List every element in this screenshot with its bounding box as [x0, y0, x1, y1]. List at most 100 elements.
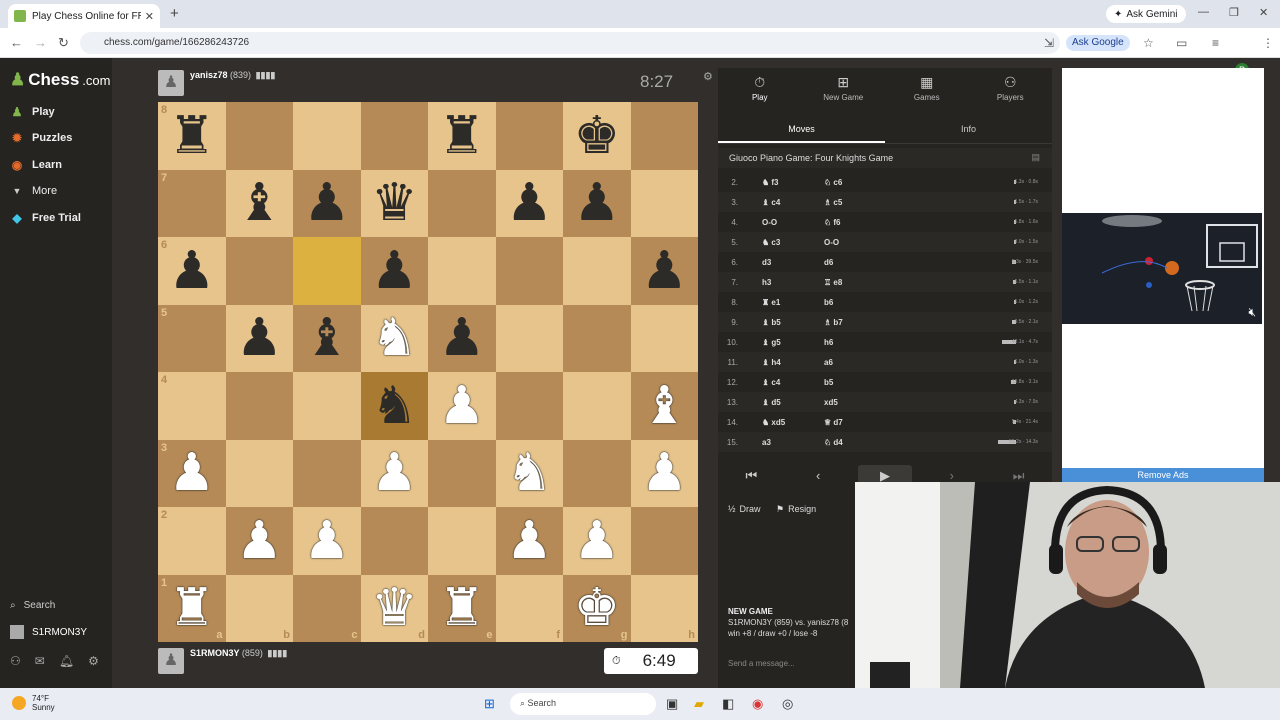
square-d8[interactable]: [360, 102, 428, 170]
white-move[interactable]: a3: [762, 438, 771, 447]
previous-move-button[interactable]: ‹: [791, 465, 845, 487]
square-h3[interactable]: ♟: [630, 439, 698, 507]
square-a3[interactable]: 3 ♟: [158, 439, 226, 507]
browser-menu-icon[interactable]: ⋮: [1262, 36, 1274, 50]
extensions-icon[interactable]: ≡: [1212, 36, 1219, 50]
chat-input[interactable]: Send a message...: [724, 655, 858, 673]
square-e4[interactable]: ♟: [428, 372, 496, 440]
tab-close-icon[interactable]: ✕: [145, 10, 154, 23]
square-d2[interactable]: [360, 507, 428, 575]
square-g3[interactable]: [563, 439, 631, 507]
bell-icon[interactable]: 🔔︎: [59, 654, 74, 668]
black-rook-piece[interactable]: ♜: [168, 110, 215, 162]
square-c7[interactable]: ♟: [293, 169, 361, 237]
black-move[interactable]: ♖ e8: [824, 278, 842, 287]
square-f3[interactable]: ♞: [495, 439, 563, 507]
mail-icon[interactable]: ✉: [35, 654, 45, 668]
black-move[interactable]: ♗ c5: [824, 198, 842, 207]
square-h4[interactable]: ♝: [630, 372, 698, 440]
square-b5[interactable]: ♟: [225, 304, 293, 372]
square-a2[interactable]: 2: [158, 507, 226, 575]
opening-book-icon[interactable]: ▤: [1031, 152, 1040, 163]
black-move[interactable]: b6: [824, 298, 833, 307]
tab-play[interactable]: ⏱ Play: [718, 68, 802, 110]
square-f7[interactable]: ♟: [495, 169, 563, 237]
square-a4[interactable]: 4: [158, 372, 226, 440]
square-c4[interactable]: [293, 372, 361, 440]
reload-icon[interactable]: ↻: [58, 35, 69, 51]
player-avatar[interactable]: ♟: [158, 648, 184, 674]
square-d1[interactable]: d ♛: [360, 574, 428, 642]
square-h6[interactable]: ♟: [630, 237, 698, 305]
square-h8[interactable]: [630, 102, 698, 170]
white-bishop-piece[interactable]: ♝: [641, 380, 688, 432]
white-move[interactable]: d3: [762, 258, 771, 267]
board-settings-icon[interactable]: ⚙: [703, 70, 713, 83]
back-icon[interactable]: ←: [10, 35, 23, 50]
square-e8[interactable]: ♜: [428, 102, 496, 170]
square-a1[interactable]: 1 a ♜: [158, 574, 226, 642]
white-move[interactable]: ♜ e1: [762, 298, 780, 307]
task-view-icon[interactable]: ▣: [666, 696, 678, 712]
black-pawn-piece[interactable]: ♟: [371, 245, 418, 297]
tab-players[interactable]: ⚇ Players: [969, 68, 1053, 110]
white-move[interactable]: O-O: [762, 218, 777, 227]
black-move[interactable]: b5: [824, 378, 833, 387]
square-d6[interactable]: ♟: [360, 237, 428, 305]
white-rook-piece[interactable]: ♜: [168, 582, 215, 634]
white-pawn-piece[interactable]: ♟: [303, 515, 350, 567]
square-f8[interactable]: [495, 102, 563, 170]
square-f2[interactable]: ♟: [495, 507, 563, 575]
square-g1[interactable]: g ♚: [563, 574, 631, 642]
square-g5[interactable]: [563, 304, 631, 372]
black-pawn-piece[interactable]: ♟: [506, 177, 553, 229]
square-d4[interactable]: ♞: [360, 372, 428, 440]
black-move[interactable]: xd5: [824, 398, 838, 407]
black-knight-piece[interactable]: ♞: [371, 380, 418, 432]
square-g4[interactable]: [563, 372, 631, 440]
black-rook-piece[interactable]: ♜: [438, 110, 485, 162]
black-move[interactable]: ♗ b7: [824, 318, 843, 327]
white-pawn-piece[interactable]: ♟: [641, 447, 688, 499]
square-h5[interactable]: [630, 304, 698, 372]
black-pawn-piece[interactable]: ♟: [641, 245, 688, 297]
white-knight-piece[interactable]: ♞: [506, 447, 553, 499]
sidebar-item-puzzles[interactable]: ✹ Puzzles: [10, 129, 72, 147]
square-a5[interactable]: 5: [158, 304, 226, 372]
black-move[interactable]: O-O: [824, 238, 839, 247]
square-b3[interactable]: [225, 439, 293, 507]
square-f6[interactable]: [495, 237, 563, 305]
black-move[interactable]: ♕ d7: [824, 418, 843, 427]
new-tab-button[interactable]: +: [170, 5, 179, 22]
square-a7[interactable]: 7: [158, 169, 226, 237]
restore-icon[interactable]: ❐: [1229, 6, 1239, 19]
square-b7[interactable]: ♝: [225, 169, 293, 237]
white-pawn-piece[interactable]: ♟: [506, 515, 553, 567]
white-king-piece[interactable]: ♚: [573, 582, 620, 634]
forward-icon[interactable]: →: [34, 35, 47, 50]
white-knight-piece[interactable]: ♞: [371, 312, 418, 364]
square-c8[interactable]: [293, 102, 361, 170]
square-f5[interactable]: [495, 304, 563, 372]
reading-list-icon[interactable]: ▭: [1176, 36, 1187, 50]
white-pawn-piece[interactable]: ♟: [168, 447, 215, 499]
first-move-button[interactable]: ⏮: [724, 465, 778, 487]
store-icon[interactable]: ◧: [722, 696, 734, 712]
black-king-piece[interactable]: ♚: [573, 110, 620, 162]
chess-board[interactable]: 8 ♜ ♜ ♚ 7 ♝ ♟ ♛ ♟ ♟ 6 ♟ ♟ ♟ 5 ♟ ♝ ♞ ♟ 4 ♞ ♟ ♝ 3 ♟ ♟ ♞ ♟ 2 ♟ ♟ ♟ ♟ 1 a ♜ b c d ♛…: [158, 102, 698, 642]
white-move[interactable]: ♝ b5: [762, 318, 781, 327]
white-pawn-piece[interactable]: ♟: [371, 447, 418, 499]
mute-icon[interactable]: 🔇︎: [1248, 305, 1256, 320]
sidebar-user[interactable]: S1RMON3Y: [10, 625, 87, 639]
white-move[interactable]: ♝ h4: [762, 358, 781, 367]
white-move[interactable]: ♝ g5: [762, 338, 781, 347]
square-c1[interactable]: c: [293, 574, 361, 642]
windows-start-icon[interactable]: ⊞: [484, 696, 495, 712]
black-pawn-piece[interactable]: ♟: [303, 177, 350, 229]
tab-games[interactable]: ▦ Games: [885, 68, 969, 110]
square-b8[interactable]: [225, 102, 293, 170]
square-e3[interactable]: [428, 439, 496, 507]
white-rook-piece[interactable]: ♜: [438, 582, 485, 634]
square-e1[interactable]: e ♜: [428, 574, 496, 642]
black-queen-piece[interactable]: ♛: [371, 177, 418, 229]
